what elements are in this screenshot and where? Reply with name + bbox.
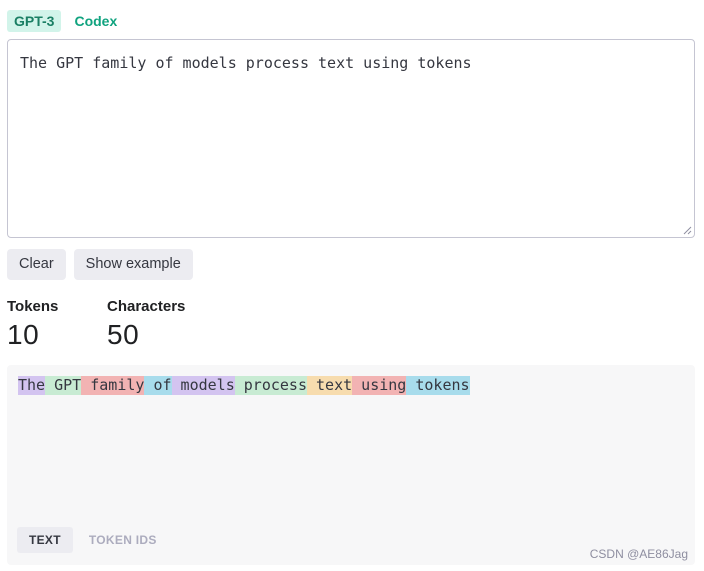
view-tabs: TEXT TOKEN IDS xyxy=(17,527,169,553)
tokens-label: Tokens xyxy=(7,298,59,315)
clear-button[interactable]: Clear xyxy=(7,249,66,280)
tab-codex[interactable]: Codex xyxy=(67,10,124,32)
action-buttons: Clear Show example xyxy=(7,249,193,280)
token-span: GPT xyxy=(45,376,82,395)
token-span: process xyxy=(234,376,307,395)
tab-gpt3[interactable]: GPT-3 xyxy=(7,10,62,32)
token-span: The xyxy=(18,376,46,395)
tokenizer-page: GPT-3 Codex The GPT family of models pro… xyxy=(0,0,704,571)
token-span: text xyxy=(307,376,353,395)
characters-label: Characters xyxy=(107,298,186,315)
token-span: using xyxy=(352,376,407,395)
token-highlight-line: The GPT family of models process text us… xyxy=(18,376,470,395)
tab-text[interactable]: TEXT xyxy=(17,527,73,553)
characters-stat: Characters 50 xyxy=(107,298,185,351)
token-span: of xyxy=(144,376,172,395)
model-tabs: GPT-3 Codex xyxy=(7,10,124,32)
tokens-stat: Tokens 10 xyxy=(7,298,58,351)
characters-count: 50 xyxy=(107,319,140,350)
token-output-panel: The GPT family of models process text us… xyxy=(7,365,695,565)
token-span: models xyxy=(171,376,235,395)
token-span: tokens xyxy=(406,376,470,395)
watermark: CSDN @AE86Jag xyxy=(589,547,688,561)
tokens-count: 10 xyxy=(7,319,40,350)
resize-grip-icon[interactable] xyxy=(683,226,692,235)
prompt-textarea[interactable]: The GPT family of models process text us… xyxy=(7,39,695,238)
tab-token-ids[interactable]: TOKEN IDS xyxy=(77,527,169,553)
show-example-button[interactable]: Show example xyxy=(73,249,193,280)
token-span: family xyxy=(81,376,145,395)
prompt-text: The GPT family of models process text us… xyxy=(20,54,472,72)
